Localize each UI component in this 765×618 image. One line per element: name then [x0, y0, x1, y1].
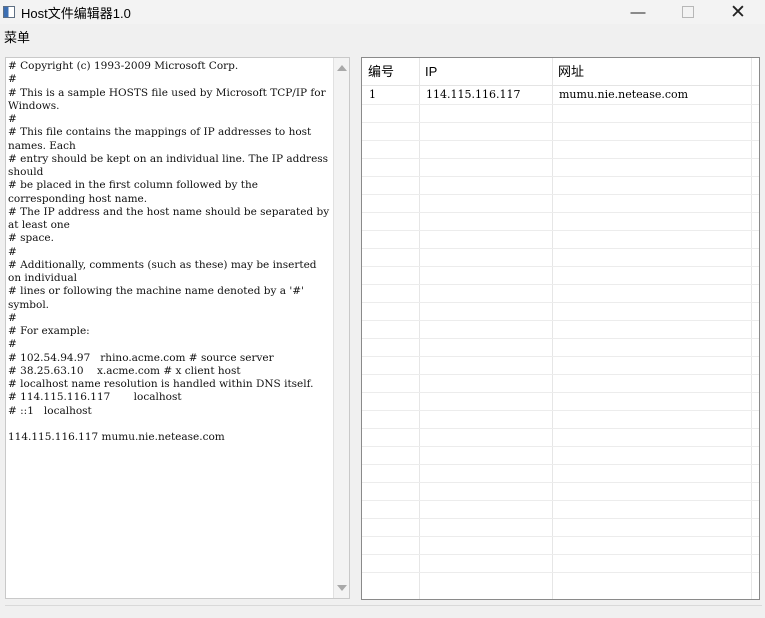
table-row[interactable] [362, 302, 759, 320]
table-row[interactable] [362, 572, 759, 590]
table-row[interactable] [362, 266, 759, 284]
table-row[interactable] [362, 230, 759, 248]
table-row[interactable] [362, 284, 759, 302]
table-row[interactable] [362, 158, 759, 176]
column-header-url[interactable]: 网址 [552, 58, 751, 85]
column-header-number[interactable]: 编号 [362, 58, 419, 85]
hosts-file-text[interactable]: # Copyright (c) 1993-2009 Microsoft Corp… [8, 60, 331, 596]
table-row[interactable] [362, 392, 759, 410]
row-1-ip: 114.115.116.117 [426, 88, 521, 101]
table-row[interactable] [362, 410, 759, 428]
maximize-button[interactable] [665, 0, 711, 24]
scroll-up-icon[interactable] [337, 65, 347, 71]
table-header: 编号 IP 网址 [362, 58, 759, 85]
close-icon: ✕ [730, 1, 746, 23]
table-row[interactable] [362, 518, 759, 536]
minimize-icon: — [630, 3, 646, 21]
minimize-button[interactable]: — [615, 0, 661, 24]
table-row[interactable] [362, 464, 759, 482]
title-bar: Host文件编辑器1.0 — ✕ [0, 0, 765, 24]
editor-scrollbar[interactable] [333, 58, 349, 598]
table-row[interactable] [362, 356, 759, 374]
table-row[interactable] [362, 554, 759, 572]
table-row[interactable] [362, 212, 759, 230]
table-row[interactable] [362, 194, 759, 212]
table-row[interactable] [362, 248, 759, 266]
close-button[interactable]: ✕ [715, 0, 761, 24]
table-row[interactable] [362, 122, 759, 140]
table-row[interactable] [362, 500, 759, 518]
table-row[interactable] [362, 482, 759, 500]
table-row[interactable] [362, 140, 759, 158]
table-row[interactable] [362, 320, 759, 338]
hosts-editor[interactable]: # Copyright (c) 1993-2009 Microsoft Corp… [5, 57, 350, 599]
table-row[interactable] [362, 176, 759, 194]
host-table[interactable]: 编号 IP 网址 1 114.115.116.117 mumu.nie.nete… [361, 57, 760, 600]
table-row[interactable] [362, 104, 759, 122]
scroll-down-icon[interactable] [337, 585, 347, 591]
table-row[interactable] [362, 338, 759, 356]
row-1-url: mumu.nie.netease.com [559, 88, 689, 101]
column-header-ip[interactable]: IP [419, 58, 552, 85]
maximize-icon [682, 6, 694, 18]
table-row[interactable] [362, 446, 759, 464]
menu-item-menu[interactable]: 菜单 [4, 27, 30, 46]
status-bar [5, 605, 762, 618]
menu-bar: 菜单 [0, 24, 765, 48]
table-row[interactable] [362, 536, 759, 554]
table-row[interactable] [362, 374, 759, 392]
window-title: Host文件编辑器1.0 [21, 5, 131, 21]
row-1-number: 1 [369, 88, 376, 101]
table-row[interactable] [362, 428, 759, 446]
app-icon [3, 6, 15, 18]
